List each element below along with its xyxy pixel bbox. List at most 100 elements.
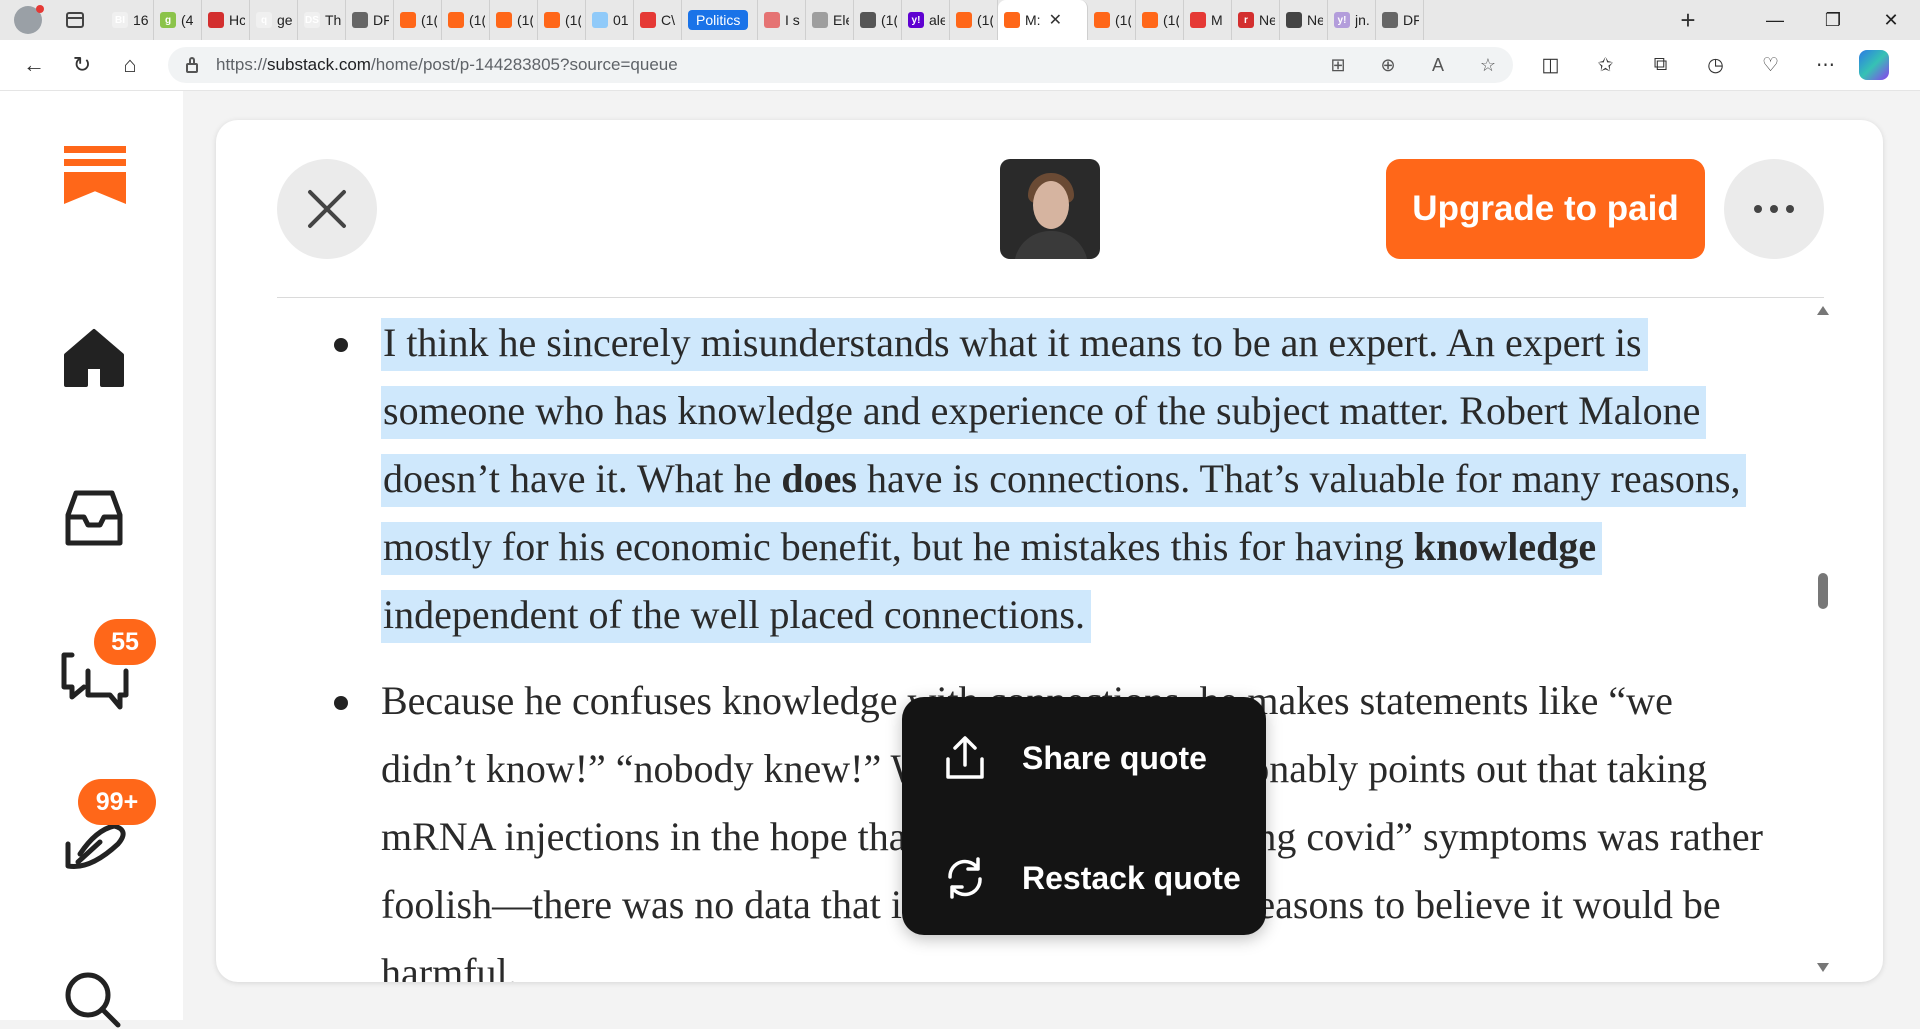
profile-avatar-icon[interactable]: [14, 5, 44, 34]
inbox-icon[interactable]: [62, 487, 126, 547]
close-icon[interactable]: [277, 159, 377, 259]
browser-tab[interactable]: (1(: [394, 0, 442, 40]
tab-favicon-icon: [400, 12, 416, 28]
substack-sidebar: 55 99+: [0, 91, 183, 1028]
split-screen-icon[interactable]: ◫: [1523, 54, 1578, 77]
browser-tab[interactable]: y! jn.: [1328, 0, 1376, 40]
browser-tab[interactable]: q ge: [250, 0, 298, 40]
search-icon[interactable]: [62, 969, 124, 1029]
tab-favicon-icon: [1190, 12, 1206, 28]
settings-more-icon[interactable]: ⋯: [1798, 54, 1853, 77]
home-outline-icon[interactable]: ⌂: [106, 52, 154, 78]
tab-title: I s.: [785, 12, 801, 28]
restack-quote-label: Restack quote: [1022, 859, 1241, 896]
scrollbar-thumb[interactable]: [1818, 573, 1828, 609]
close-tab-icon[interactable]: ✕: [1049, 10, 1062, 30]
browser-tab[interactable]: (1(: [1136, 0, 1184, 40]
browser-tab[interactable]: Ne: [1280, 0, 1328, 40]
tab-list: BI 16 g (4 Hcqge DS Th DF (1((1((1((1(01 C\ Politi…: [106, 0, 1670, 40]
tab-title: 16: [133, 12, 149, 28]
browser-tab[interactable]: BI 16: [106, 0, 154, 40]
tab-favicon-icon: r: [1238, 12, 1254, 28]
tab-title: 01: [613, 12, 629, 28]
browser-tab[interactable]: (1(: [854, 0, 902, 40]
collections-icon[interactable]: ⧉: [1633, 54, 1688, 77]
tab-actions-icon[interactable]: [66, 12, 84, 28]
share-quote-label: Share quote: [1022, 739, 1207, 776]
tab-favicon-icon: [1382, 12, 1398, 28]
window-controls: — ❐ ✕: [1746, 10, 1920, 31]
browser-tab[interactable]: (1(: [490, 0, 538, 40]
tab-favicon-icon: [544, 12, 560, 28]
browser-tab[interactable]: I s.: [758, 0, 806, 40]
browser-tab[interactable]: DF: [1376, 0, 1424, 40]
favorites-icon[interactable]: ✩: [1578, 54, 1633, 77]
new-tab-button[interactable]: +: [1670, 5, 1706, 36]
browser-tab[interactable]: 01: [586, 0, 634, 40]
toolbar-actions: ◫ ✩ ⧉ ◷ ♡ ⋯: [1523, 54, 1853, 77]
browser-tab[interactable]: g (4: [154, 0, 202, 40]
tab-title: (1(: [469, 12, 485, 28]
browser-tab[interactable]: (1(: [442, 0, 490, 40]
browser-tab[interactable]: (1(: [538, 0, 586, 40]
copilot-icon[interactable]: [1859, 50, 1889, 80]
browser-tab[interactable]: r Ne: [1232, 0, 1280, 40]
tab-favicon-icon: [956, 12, 972, 28]
tab-title: DF: [1403, 12, 1419, 28]
tab-favicon-icon: [812, 12, 828, 28]
tab-title: Ne: [1307, 12, 1323, 28]
close-window-button[interactable]: ✕: [1862, 10, 1920, 31]
home-icon[interactable]: [62, 327, 126, 387]
browser-tab[interactable]: DF: [346, 0, 394, 40]
share-quote-button[interactable]: Share quote: [942, 728, 1207, 788]
tab-title: Hc: [229, 12, 245, 28]
tab-favicon-icon: [1142, 12, 1158, 28]
tab-title: Politics: [688, 10, 749, 30]
scroll-down-arrow[interactable]: [1817, 963, 1829, 972]
minimize-button[interactable]: —: [1746, 10, 1804, 31]
browser-tab[interactable]: M: [1184, 0, 1232, 40]
read-aloud-icon[interactable]: A: [1413, 55, 1463, 76]
author-avatar[interactable]: [1000, 159, 1100, 259]
selected-quote-text[interactable]: I think he sincerely misunderstands what…: [381, 318, 1747, 643]
restack-icon: [948, 857, 982, 899]
back-arrow-icon[interactable]: ←: [10, 52, 58, 78]
chat-count-badge: 55: [94, 619, 156, 665]
tab-favicon-icon: [448, 12, 464, 28]
browser-tab[interactable]: (1(: [1088, 0, 1136, 40]
browser-tab[interactable]: Hc: [202, 0, 250, 40]
browser-tab[interactable]: (1(: [950, 0, 998, 40]
tab-title: ale: [929, 12, 945, 28]
tab-title: Ne: [1259, 12, 1275, 28]
tab-title: (1(: [517, 12, 533, 28]
scroll-up-arrow[interactable]: [1817, 306, 1829, 315]
apps-icon[interactable]: ⊞: [1313, 55, 1363, 76]
tab-title: Th: [325, 12, 341, 28]
more-options-icon[interactable]: [1724, 159, 1824, 259]
tab-favicon-icon: [592, 12, 608, 28]
browser-tab[interactable]: Ele: [806, 0, 854, 40]
restore-button[interactable]: ❐: [1804, 10, 1862, 31]
tab-favicon-icon: g: [160, 12, 176, 28]
tab-favicon-icon: [640, 12, 656, 28]
restack-quote-button[interactable]: Restack quote: [942, 848, 1241, 908]
tab-title: C\: [661, 12, 675, 28]
browser-tab[interactable]: M: ✕: [998, 0, 1088, 40]
zoom-icon[interactable]: ⊕: [1363, 55, 1413, 76]
tab-favicon-icon: q: [256, 12, 272, 28]
refresh-icon[interactable]: ↻: [58, 52, 106, 78]
tab-title: (1(: [565, 12, 581, 28]
tab-favicon-icon: [1004, 12, 1020, 28]
favorite-star-icon[interactable]: ☆: [1463, 55, 1513, 76]
tab-title: (4: [181, 12, 194, 28]
browser-tab[interactable]: Politics: [682, 0, 758, 40]
browser-tab[interactable]: DS Th: [298, 0, 346, 40]
address-bar[interactable]: https://substack.com/home/post/p-1442838…: [168, 47, 1513, 83]
browser-tab[interactable]: C\: [634, 0, 682, 40]
performance-icon[interactable]: ♡: [1743, 54, 1798, 77]
upgrade-to-paid-button[interactable]: Upgrade to paid: [1386, 159, 1705, 259]
substack-logo-icon[interactable]: [64, 146, 126, 204]
browser-tab[interactable]: y! ale: [902, 0, 950, 40]
browser-tab-strip: BI 16 g (4 Hcqge DS Th DF (1((1((1((1(01 C\ Politi…: [0, 0, 1920, 40]
history-icon[interactable]: ◷: [1688, 54, 1743, 77]
